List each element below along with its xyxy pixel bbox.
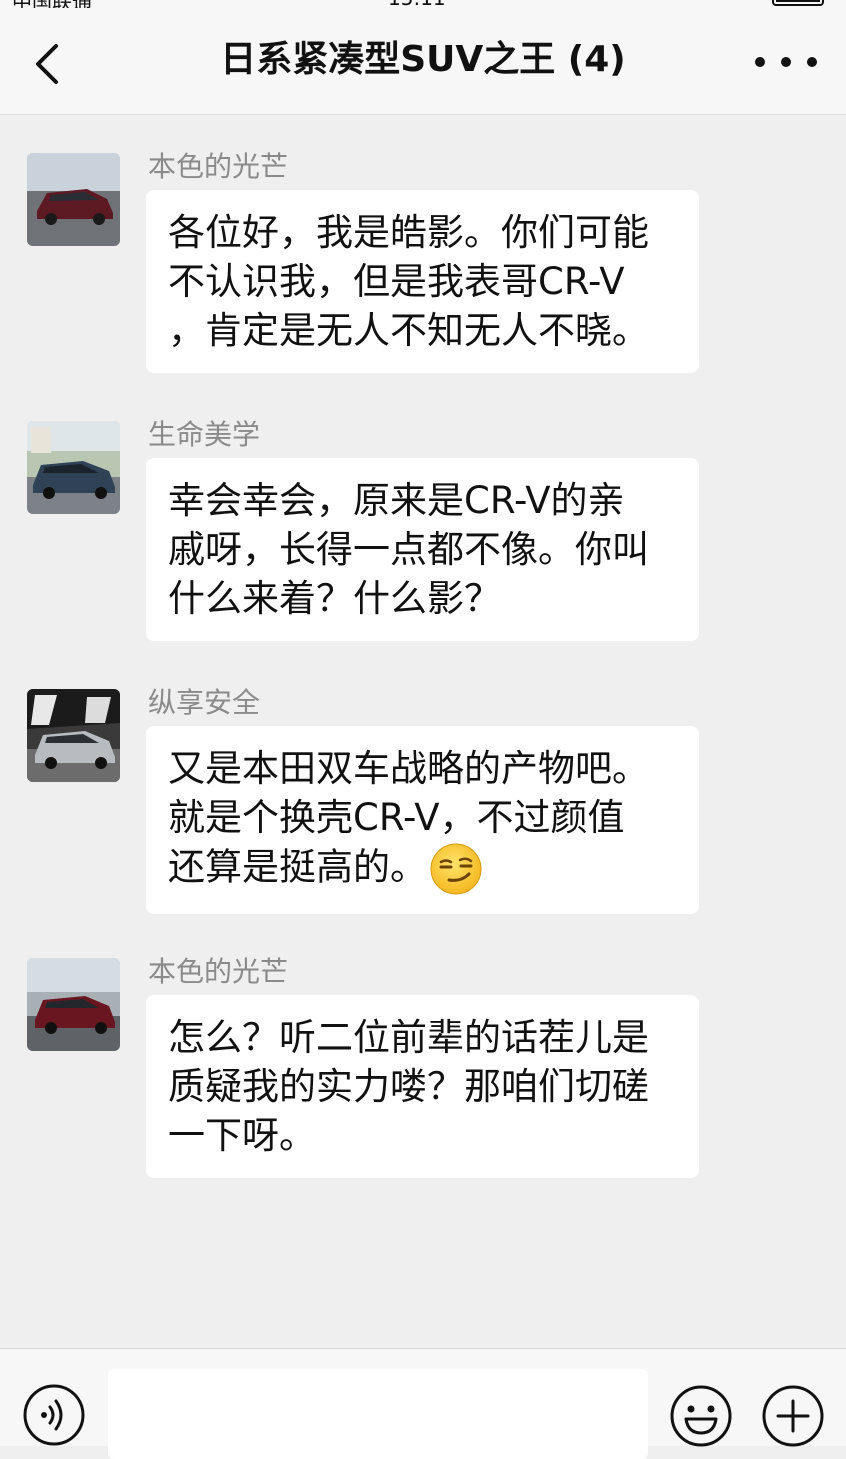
battery-icon xyxy=(772,0,824,6)
smirk-emoji-icon xyxy=(430,843,482,895)
sender-name: 纵享安全 xyxy=(148,686,261,719)
status-bar: 中国联通 15:11 xyxy=(0,0,846,8)
message-line: 一下呀。 xyxy=(168,1114,316,1157)
back-button[interactable] xyxy=(24,34,74,94)
chat-message-list[interactable]: 本色的光芒 各位好，我是皓影。你们可能 不认识我，但是我表哥CR-V ，肯定是无… xyxy=(0,115,846,1347)
plus-circle-icon xyxy=(762,1385,824,1447)
chat-header: 日系紧凑型SUV之王 (4) xyxy=(0,8,846,115)
sender-name: 本色的光芒 xyxy=(148,150,289,183)
message-line: 什么来着？什么影？ xyxy=(168,577,501,620)
voice-button[interactable] xyxy=(22,1383,86,1447)
message-bubble[interactable]: 各位好，我是皓影。你们可能 不认识我，但是我表哥CR-V ，肯定是无人不知无人不… xyxy=(146,190,699,373)
message-input[interactable] xyxy=(108,1369,648,1459)
chevron-left-icon xyxy=(36,44,58,84)
input-bar xyxy=(0,1348,846,1459)
message-line: 又是本田双车战略的产物吧。 xyxy=(168,747,649,790)
message-bubble[interactable]: 幸会幸会，原来是CR-V的亲 戚呀，长得一点都不像。你叫 什么来着？什么影？ xyxy=(146,458,699,641)
status-time: 15:11 xyxy=(388,0,446,8)
message-line: 就是个换壳CR-V，不过颜值 xyxy=(168,796,625,839)
silver-suv-avatar xyxy=(27,689,120,782)
voice-icon xyxy=(23,1384,85,1446)
sender-name: 本色的光芒 xyxy=(148,955,289,988)
message-bubble[interactable]: 又是本田双车战略的产物吧。 就是个换壳CR-V，不过颜值 还算是挺高的。 xyxy=(146,726,699,914)
avatar[interactable] xyxy=(27,689,120,782)
message-line: ，肯定是无人不知无人不晓。 xyxy=(168,309,649,352)
red-suv-avatar xyxy=(27,153,120,246)
avatar[interactable] xyxy=(27,153,120,246)
message-line: 戚呀，长得一点都不像。你叫 xyxy=(168,528,649,571)
more-actions-button[interactable] xyxy=(760,1383,826,1449)
emoji-button[interactable] xyxy=(668,1383,734,1449)
blue-suv-avatar xyxy=(27,421,120,514)
emoji-face-icon xyxy=(670,1385,732,1447)
message-line-with-emoji: 还算是挺高的。 xyxy=(168,842,677,896)
avatar[interactable] xyxy=(27,958,120,1051)
sender-name: 生命美学 xyxy=(148,418,261,451)
message-line: 幸会幸会，原来是CR-V的亲 xyxy=(168,479,625,522)
message-line: 质疑我的实力喽？那咱们切磋 xyxy=(168,1065,649,1108)
message-line: 各位好，我是皓影。你们可能 xyxy=(168,211,649,254)
chat-title: 日系紧凑型SUV之王 (4) xyxy=(220,39,626,80)
message-line: 不认识我，但是我表哥CR-V xyxy=(168,260,625,303)
message-line: 怎么？听二位前辈的话茬儿是 xyxy=(168,1016,649,1059)
more-dots-icon xyxy=(755,57,817,67)
red-suv-avatar xyxy=(27,958,120,1051)
signal-carrier: 中国联通 xyxy=(12,0,92,8)
message-text: 还算是挺高的。 xyxy=(168,845,427,889)
message-bubble[interactable]: 怎么？听二位前辈的话茬儿是 质疑我的实力喽？那咱们切磋 一下呀。 xyxy=(146,995,699,1178)
more-button[interactable] xyxy=(750,38,822,88)
avatar[interactable] xyxy=(27,421,120,514)
